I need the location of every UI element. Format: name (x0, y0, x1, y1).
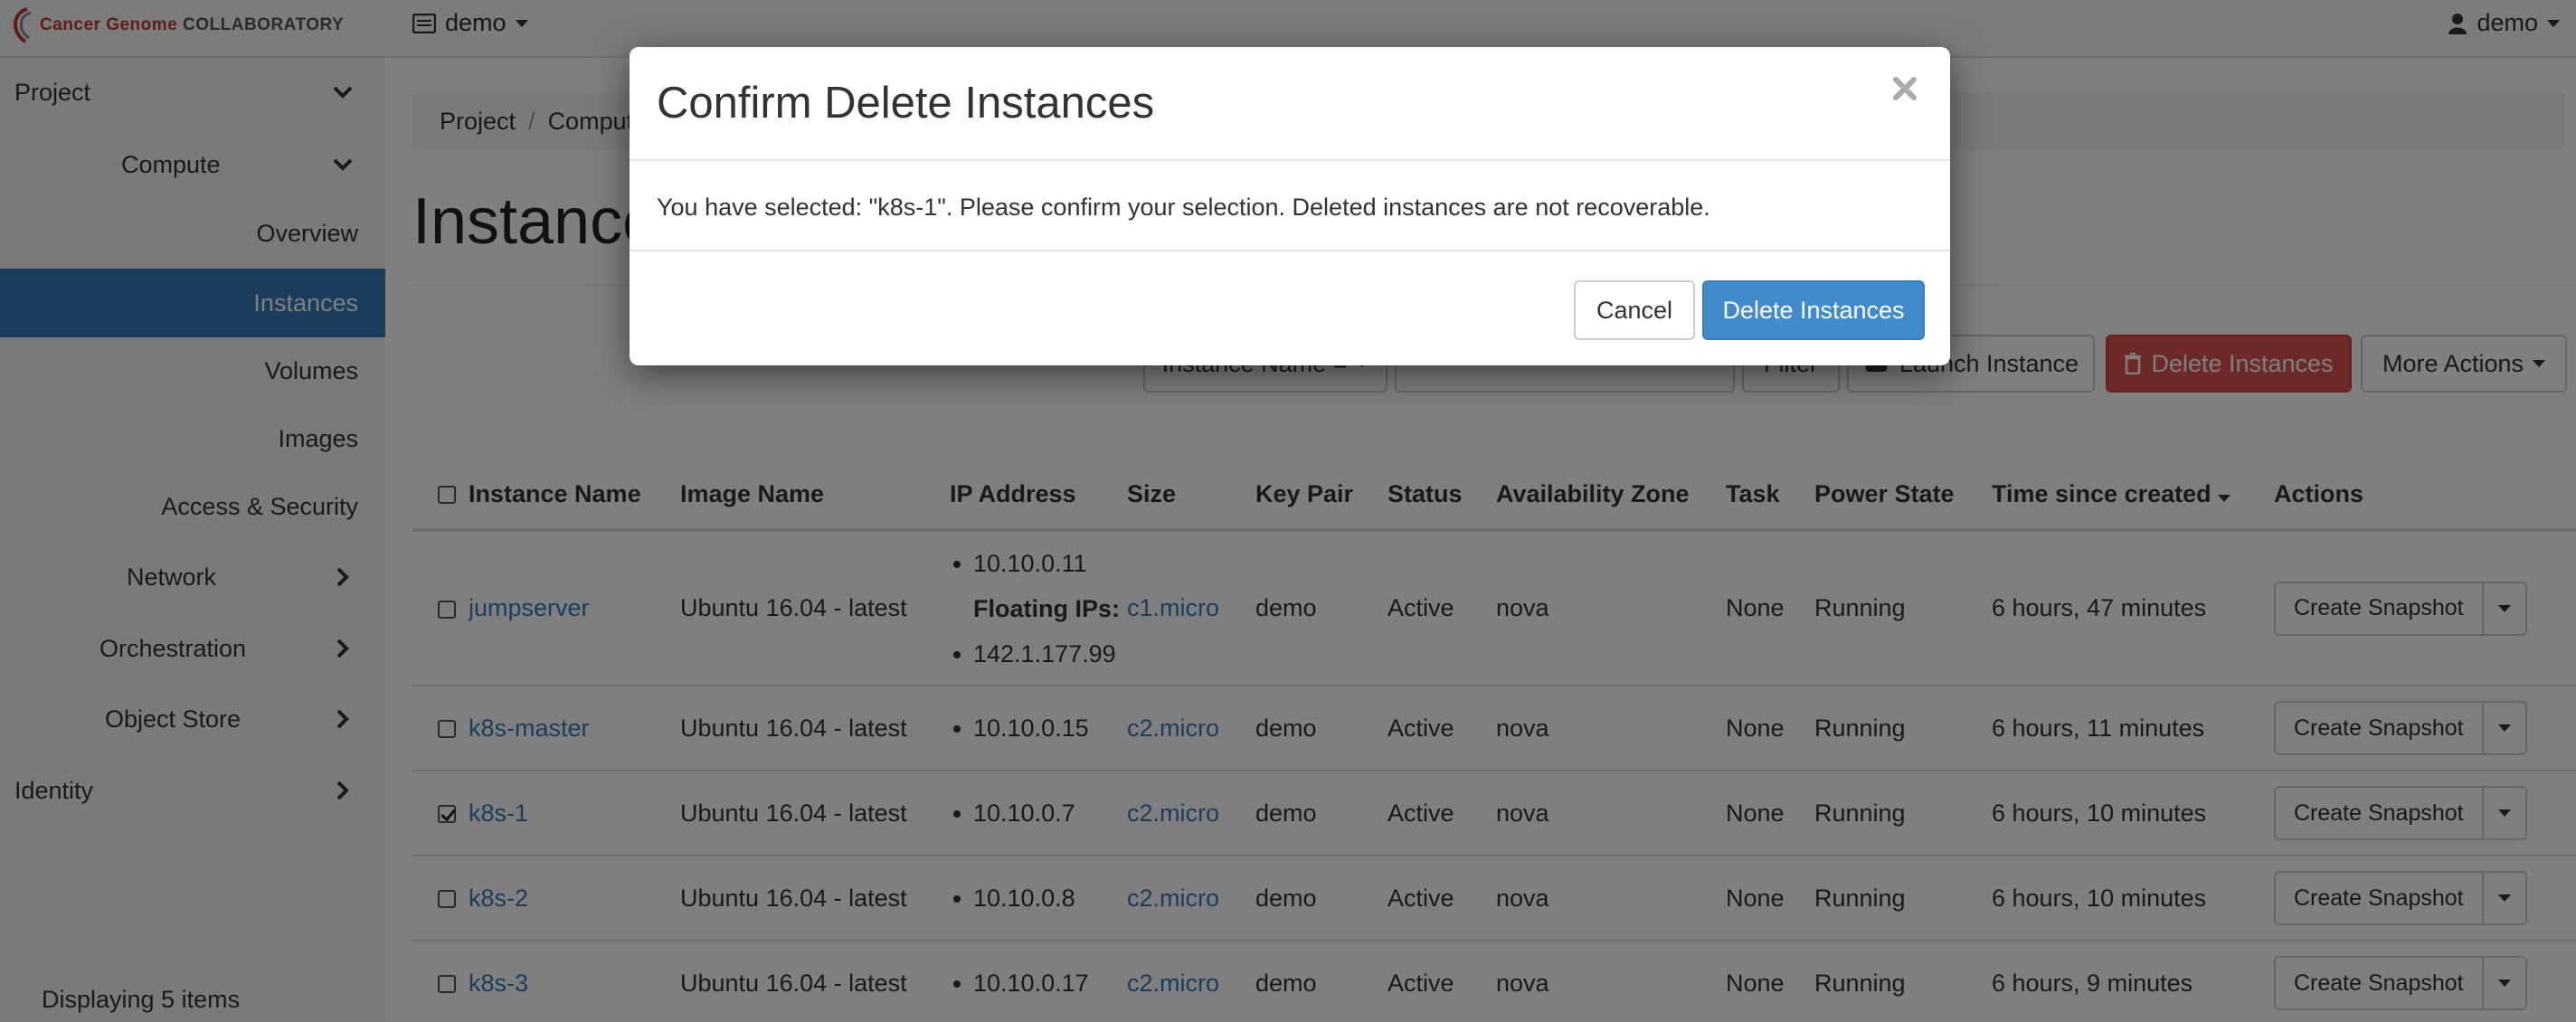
confirm-delete-button[interactable]: Delete Instances (1702, 280, 1925, 340)
cancel-button[interactable]: Cancel (1574, 280, 1695, 340)
close-icon (1893, 77, 1917, 100)
modal-message: You have selected: "k8s-1". Please confi… (657, 194, 1710, 221)
close-button[interactable] (1887, 71, 1923, 107)
confirm-delete-dialog: Confirm Delete Instances You have select… (630, 47, 1950, 365)
modal-title: Confirm Delete Instances (657, 79, 1155, 128)
modal-header: Confirm Delete Instances (630, 47, 1950, 161)
modal-footer: Cancel Delete Instances (630, 253, 1950, 365)
modal-body: You have selected: "k8s-1". Please confi… (630, 163, 1950, 251)
